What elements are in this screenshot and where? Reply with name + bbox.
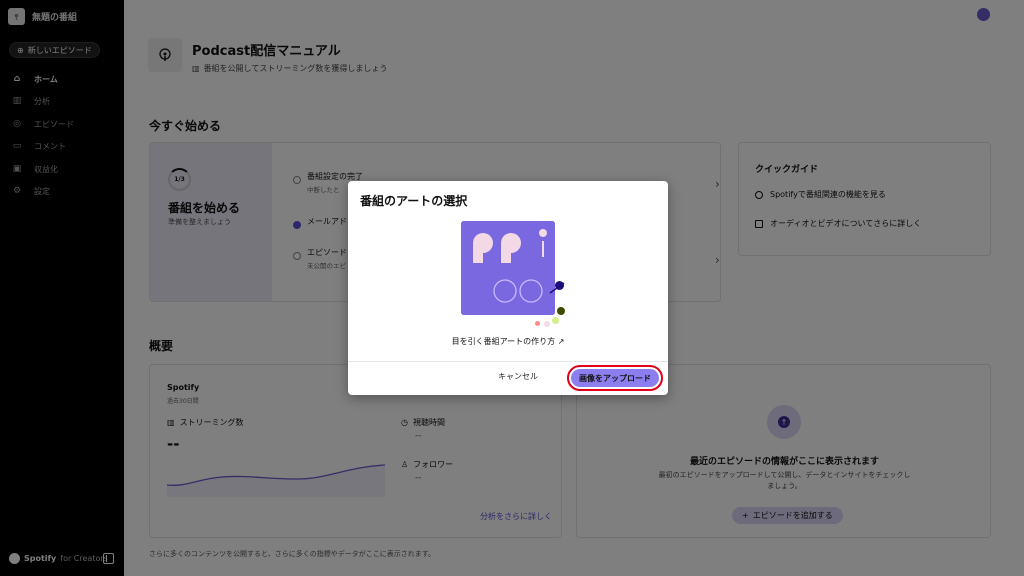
- cancel-button[interactable]: キャンセル: [498, 371, 538, 382]
- external-link-icon: ↗: [557, 337, 565, 346]
- color-swatch: [557, 307, 565, 315]
- cover-art-guide-link[interactable]: 目を引く番組アートの作り方 ↗: [348, 336, 668, 347]
- cover-art-dialog: 番組のアートの選択 目を引く番組アートの作り方 ↗ キャンセル 画像をアップロー…: [348, 181, 668, 395]
- cover-art-illustration: [461, 221, 555, 315]
- cover-art-guide-label: 目を引く番組アートの作り方: [451, 337, 556, 346]
- dialog-title: 番組のアートの選択: [360, 194, 468, 208]
- color-swatch: [552, 317, 559, 324]
- color-swatch: [535, 321, 540, 326]
- upload-image-button[interactable]: 画像をアップロード: [571, 369, 659, 387]
- color-swatch: [544, 321, 550, 327]
- dialog-divider: [348, 361, 668, 362]
- brush-icon: [549, 282, 565, 294]
